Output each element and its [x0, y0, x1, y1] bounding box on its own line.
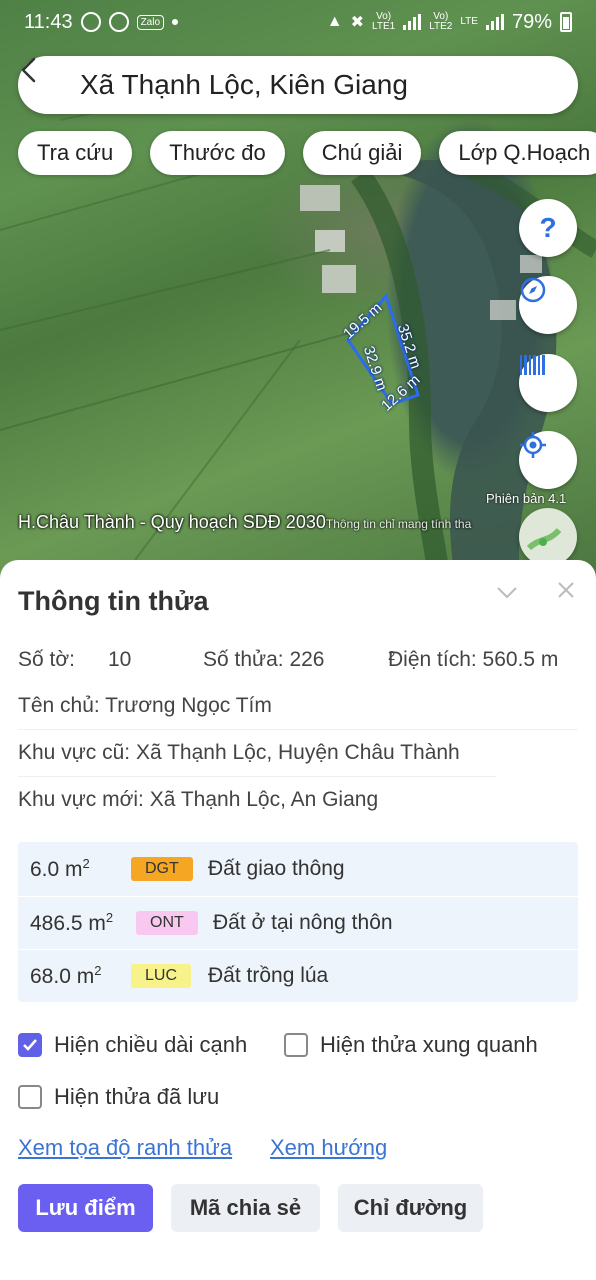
parcel-area: Diện tích: 560.5 m2 — [388, 648, 558, 674]
land-use-code-badge: ONT — [136, 911, 198, 935]
planning-layer-caption: H.Châu Thành - Quy hoạch SDĐ 2030Thông t… — [18, 512, 471, 533]
planning-layer-name: H.Châu Thành - Quy hoạch SDĐ 2030 — [18, 512, 326, 532]
directions-button[interactable]: Chỉ đường — [338, 1184, 483, 1232]
lock-icon: ▲ — [326, 13, 343, 30]
compass-button[interactable] — [519, 276, 577, 334]
new-area-row: Khu vực mới: Xã Thạnh Lộc, An Giang — [18, 788, 578, 824]
chip-legend[interactable]: Chú giải — [302, 131, 422, 175]
sim2-label: Vo) LTE2 — [429, 11, 453, 32]
chip-lookup[interactable]: Tra cứu — [18, 131, 133, 175]
land-use-area-value: 486.5 m — [30, 912, 106, 935]
checkbox-label[interactable]: Hiện thửa đã lưu — [54, 1084, 219, 1110]
crosshair-icon — [520, 432, 546, 458]
map-view[interactable]: 11:43 Zalo ▲ ✖ Vo) LTE1 Vo) LTE2 LTE 79%… — [0, 0, 596, 580]
sheet-title: Thông tin thửa — [18, 586, 209, 616]
sim1-label: Vo) LTE1 — [372, 11, 396, 32]
app-version: Phiên bản 4.1 — [486, 491, 567, 506]
collapse-chevron-icon[interactable] — [495, 582, 519, 602]
parcel-stats-row: Số tờ: 10 Số thửa: 226 Diện tích: 560.5 … — [18, 648, 578, 678]
parcel-area-value: Diện tích: 560.5 m — [388, 648, 559, 671]
zalo-icon: Zalo — [136, 14, 165, 30]
barcode-button[interactable] — [519, 354, 577, 412]
notification-dot-icon — [172, 19, 179, 25]
area-unit-exponent: 2 — [82, 855, 90, 871]
search-bar[interactable]: Xã Thạnh Lộc, Kiên Giang — [18, 56, 578, 114]
divider — [18, 776, 496, 777]
view-boundary-coordinates-link[interactable]: Xem tọa độ ranh thửa — [18, 1135, 232, 1161]
tool-chips: Tra cứu Thước đo Chú giải Lớp Q.Hoạch — [18, 131, 596, 175]
barcode-icon — [520, 355, 545, 375]
checkbox-label[interactable]: Hiện chiều dài cạnh — [54, 1032, 247, 1058]
land-use-area: 6.0 m2 — [30, 856, 90, 882]
checkbox-checked-icon[interactable] — [18, 1033, 42, 1057]
battery-icon — [560, 12, 572, 32]
chip-planning-layer[interactable]: Lớp Q.Hoạch — [439, 131, 596, 175]
basemap-toggle-button[interactable] — [519, 508, 577, 566]
location-title[interactable]: Xã Thạnh Lộc, Kiên Giang — [80, 69, 408, 101]
clock: 11:43 — [24, 10, 73, 33]
sheet-number-value: 10 — [108, 648, 132, 671]
share-code-button[interactable]: Mã chia sẻ — [171, 1184, 320, 1232]
land-use-row: 68.0 m2 LUC Đất trồng lúa — [18, 949, 578, 1002]
area-unit-exponent: 2 — [105, 910, 114, 925]
parcel-info-sheet: Thông tin thửa Số tờ: 10 Số thửa: 226 Di… — [0, 560, 596, 1280]
land-use-code-badge: LUC — [131, 964, 192, 988]
land-use-name: Đất giao thông — [208, 856, 345, 880]
disclaimer-text: Thông tin chỉ mang tính tha — [325, 517, 472, 531]
close-icon[interactable] — [556, 580, 576, 600]
new-administrative-area: Khu vực mới: Xã Thạnh Lộc, An Giang — [18, 788, 379, 811]
battery-percent: 79% — [511, 10, 552, 33]
mute-icon: ✖ — [350, 14, 365, 31]
view-direction-link[interactable]: Xem hướng — [270, 1135, 387, 1161]
checkbox-unchecked-icon[interactable] — [18, 1085, 42, 1109]
land-use-table: 6.0 m2 DGT Đất giao thông 486.5 m2 ONT Đ… — [18, 842, 578, 1002]
parcel-number: Số thửa: 226 — [203, 648, 325, 671]
compass-icon — [520, 277, 546, 303]
land-use-area-value: 68.0 m — [30, 965, 95, 988]
chip-ruler[interactable]: Thước đo — [150, 131, 285, 175]
land-use-name: Đất ở tại nông thôn — [213, 911, 393, 934]
sheet-number-label: Số tờ: — [18, 648, 75, 671]
land-use-row: 486.5 m2 ONT Đất ở tại nông thôn — [18, 896, 578, 949]
signal-icon — [403, 14, 422, 30]
land-use-area: 68.0 m2 — [30, 963, 101, 989]
status-bar: 11:43 Zalo ▲ ✖ Vo) LTE1 Vo) LTE2 LTE 79% — [0, 0, 596, 44]
my-location-button[interactable] — [519, 431, 577, 489]
back-arrow-icon[interactable] — [21, 57, 64, 99]
signal-icon — [485, 14, 504, 30]
network-label: LTE — [460, 16, 478, 27]
owner-row: Tên chủ: Trương Ngọc Tím — [18, 694, 578, 730]
help-button[interactable]: ? — [519, 199, 577, 257]
show-saved-parcels-checkbox[interactable]: Hiện thửa đã lưu — [18, 1084, 219, 1110]
old-area-row: Khu vực cũ: Xã Thạnh Lộc, Huyện Châu Thà… — [18, 741, 496, 777]
sync-icon — [80, 12, 101, 32]
owner-name: Tên chủ: Trương Ngọc Tím — [18, 694, 272, 717]
show-nearby-parcels-checkbox[interactable]: Hiện thửa xung quanh — [284, 1032, 538, 1058]
land-use-area-value: 6.0 m — [30, 857, 83, 881]
land-use-code-badge: DGT — [131, 856, 193, 881]
minimap-icon — [526, 527, 562, 551]
checkbox-unchecked-icon[interactable] — [284, 1033, 308, 1057]
land-use-row: 6.0 m2 DGT Đất giao thông — [18, 842, 578, 895]
land-use-area: 486.5 m2 — [30, 910, 113, 936]
show-edge-lengths-checkbox[interactable]: Hiện chiều dài cạnh — [18, 1032, 247, 1058]
land-use-name: Đất trồng lúa — [208, 964, 329, 987]
checkbox-label[interactable]: Hiện thửa xung quanh — [320, 1032, 538, 1058]
area-unit-exponent: 2 — [94, 963, 102, 978]
save-point-button[interactable]: Lưu điểm — [18, 1184, 153, 1232]
viber-icon — [108, 12, 129, 32]
old-administrative-area: Khu vực cũ: Xã Thạnh Lộc, Huyện Châu Thà… — [18, 741, 460, 764]
